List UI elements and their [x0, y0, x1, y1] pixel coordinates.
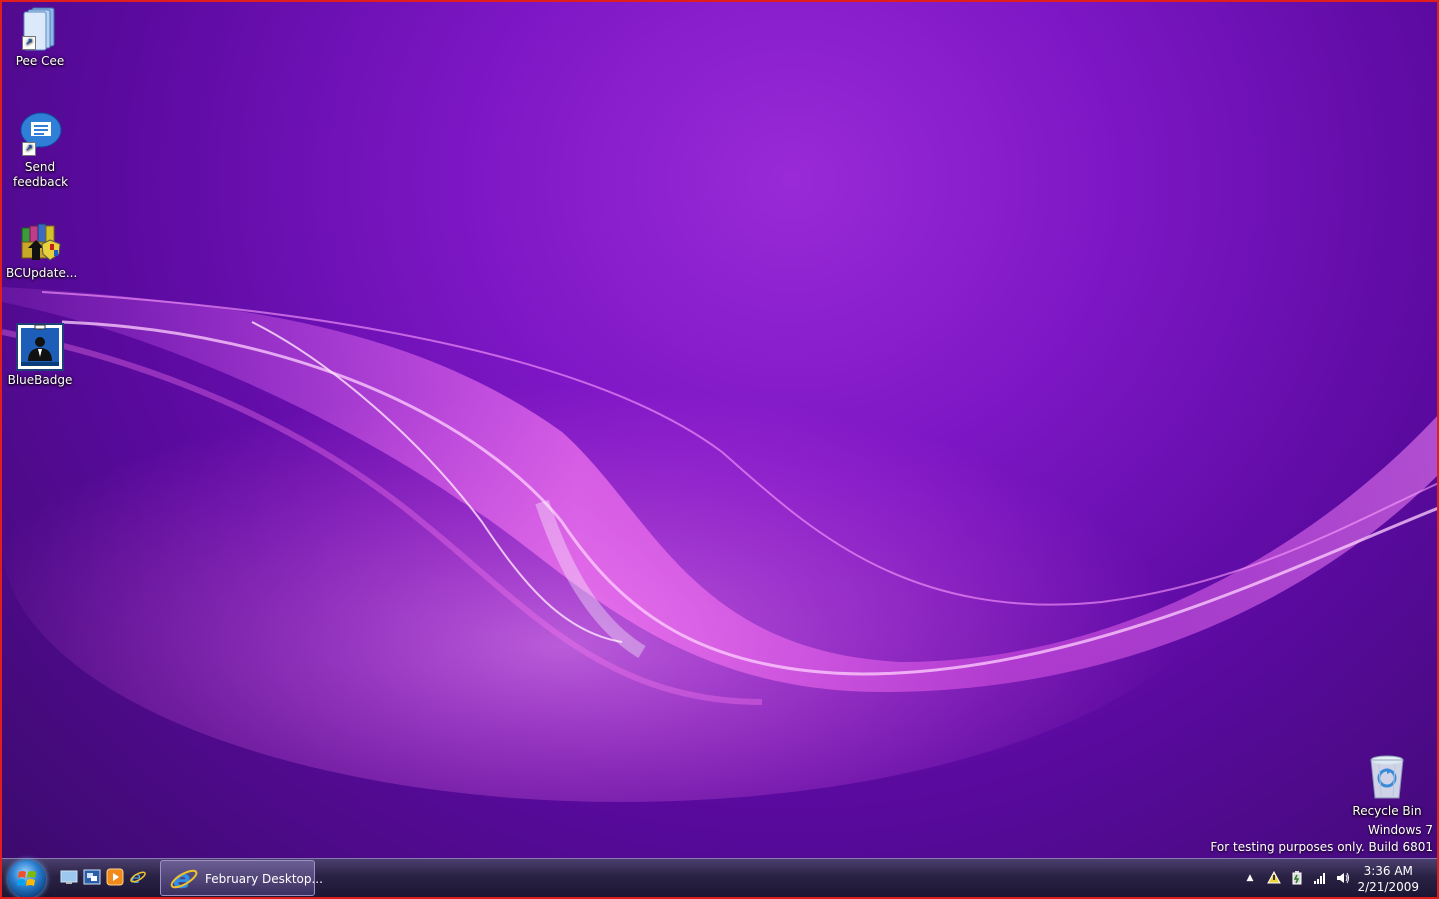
system-clock[interactable]: 3:36 AM 2/21/2009: [1357, 863, 1419, 895]
feedback-speech-bubble-icon: ↗: [16, 110, 64, 158]
desktop-icon-label: Recycle Bin: [1352, 804, 1422, 818]
watermark-os-name: Windows 7: [1367, 823, 1433, 837]
desktop-icon-bluebadge[interactable]: BlueBadge: [6, 323, 74, 388]
power-icon[interactable]: [1290, 871, 1304, 885]
desktop-icon-label: Send feedback: [13, 160, 69, 189]
desktop-icon-bcupdate[interactable]: BCUpdate...: [6, 216, 78, 281]
desktop-icon-label: Pee Cee: [15, 54, 65, 68]
clock-date: 2/21/2009: [1357, 880, 1419, 894]
computer-folder-icon: ↗: [16, 4, 64, 52]
internet-explorer-icon: e: [170, 865, 198, 894]
desktop[interactable]: ↗ Pee Cee ↗ Send feedback BCUpdate... Bl…: [0, 0, 1439, 899]
taskbar[interactable]: e e February Desktop... ▲ 3:36 AM 2/21/2…: [2, 858, 1437, 897]
desktop-icon-label: BCUpdate...: [6, 266, 78, 280]
shortcut-arrow-icon: ↗: [22, 142, 36, 156]
network-signal-icon[interactable]: [1313, 871, 1327, 885]
os-build-watermark: Windows 7 For testing purposes only. Bui…: [1210, 822, 1433, 856]
clock-time: 3:36 AM: [1363, 864, 1413, 878]
watermark-build-text: For testing purposes only. Build 6801: [1210, 840, 1433, 854]
action-center-icon[interactable]: [1267, 870, 1281, 885]
show-hidden-icons-button[interactable]: ▲: [1243, 871, 1257, 885]
badge-portrait-icon: [16, 323, 64, 371]
windows-logo-icon: [17, 871, 36, 886]
desktop-icon-pee-cee[interactable]: ↗ Pee Cee: [6, 4, 74, 69]
notification-area[interactable]: ▲ 3:36 AM 2/21/2009: [1237, 859, 1437, 897]
volume-icon[interactable]: [1336, 871, 1350, 885]
taskbar-button-label: February Desktop...: [205, 872, 323, 886]
desktop-icon-label: BlueBadge: [7, 373, 73, 387]
recycle-bin-icon: [1363, 754, 1411, 802]
switch-windows-icon[interactable]: [83, 868, 101, 886]
wallpaper: [2, 282, 1437, 802]
show-desktop-icon[interactable]: [60, 868, 78, 886]
desktop-icon-recycle-bin[interactable]: Recycle Bin: [1351, 754, 1423, 819]
start-button[interactable]: [8, 860, 46, 897]
internet-explorer-icon[interactable]: e: [129, 868, 147, 887]
desktop-icon-send-feedback[interactable]: ↗ Send feedback: [6, 110, 74, 190]
winrar-installer-icon: [16, 216, 64, 264]
shortcut-arrow-icon: ↗: [22, 36, 36, 50]
taskbar-button-internet-explorer[interactable]: e February Desktop...: [160, 860, 323, 896]
media-player-icon[interactable]: [106, 868, 124, 886]
